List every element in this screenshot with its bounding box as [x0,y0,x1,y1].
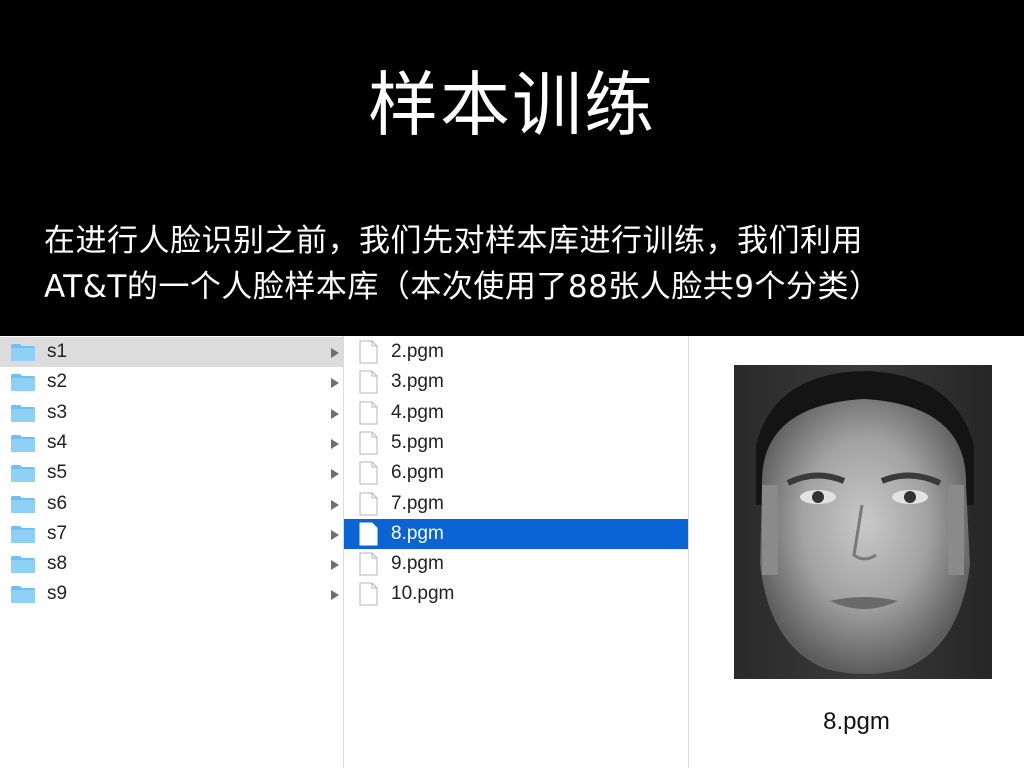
folder-name: s9 [47,583,68,605]
file-row[interactable]: 7.pgm [344,489,688,519]
file-row[interactable]: 3.pgm [344,367,688,397]
disclosure-arrow-icon [331,348,339,358]
folder-name: s6 [47,492,68,514]
file-row[interactable]: 6.pgm [344,458,688,488]
slide-header: 样本训练 在进行人脸识别之前，我们先对样本库进行训练，我们利用 AT&T的一个人… [0,0,1024,336]
folder-row[interactable]: s9 [0,579,343,609]
document-icon [359,492,378,515]
file-row[interactable]: 5.pgm [344,428,688,458]
folder-row[interactable]: s8 [0,549,343,579]
file-name: 7.pgm [391,492,444,514]
finder-column-browser: s1 s2 s3 s4 s5 s6 s7 s8 s9 2.pgm 3.pgm 4.pgm 5.pgm 6… [0,336,1024,768]
folder-row[interactable]: s1 [0,337,343,367]
file-row[interactable]: 10.pgm [344,579,688,609]
folder-icon [11,404,35,422]
disclosure-arrow-icon [331,560,339,571]
disclosure-arrow-icon [331,408,339,419]
folder-row[interactable]: s4 [0,428,343,458]
disclosure-arrow-icon [331,378,339,389]
file-row[interactable]: 9.pgm [344,549,688,579]
folder-icon [11,556,35,574]
folder-row[interactable]: s2 [0,367,343,397]
document-icon [359,522,378,546]
folder-icon [11,465,35,483]
file-name: 4.pgm [391,401,444,423]
face-photo [734,365,992,679]
folder-name: s2 [47,371,68,393]
document-icon [359,582,378,606]
folder-row[interactable]: s7 [0,519,343,549]
document-icon [359,340,378,364]
folder-row[interactable]: s6 [0,489,343,519]
document-icon [359,401,378,425]
disclosure-arrow-icon [331,499,339,510]
file-row[interactable]: 8.pgm [344,518,688,549]
folder-icon [11,434,35,452]
file-row[interactable]: 4.pgm [344,398,688,428]
file-name: 2.pgm [391,341,444,362]
folder-row[interactable]: s3 [0,398,343,428]
folder-icon [11,344,35,361]
file-name: 3.pgm [391,371,444,393]
folder-icon [11,586,35,604]
slide-body-line-2: AT&T的一个人脸样本库（本次使用了88张人脸共9个分类） [44,269,881,305]
folder-name: s5 [47,462,68,484]
folder-name: s3 [47,401,68,423]
disclosure-arrow-icon [331,438,339,449]
disclosure-arrow-icon [331,529,339,540]
preview-filename: 8.pgm [823,708,890,735]
slide-body: 在进行人脸识别之前，我们先对样本库进行训练，我们利用 AT&T的一个人脸样本库（… [44,218,994,310]
file-name: 6.pgm [391,462,444,484]
folder-name: s1 [47,341,68,362]
folder-name: s7 [47,522,68,544]
document-icon [359,431,378,455]
face-preview-image [734,365,992,679]
document-icon [359,370,378,394]
folder-icon [11,525,35,543]
disclosure-arrow-icon [331,469,339,480]
slide-body-line-1: 在进行人脸识别之前，我们先对样本库进行训练，我们利用 [44,223,863,259]
file-name: 9.pgm [391,553,444,575]
file-name: 8.pgm [391,522,444,544]
folder-name: s8 [47,553,68,575]
preview-pane: 8.pgm [689,336,1024,768]
file-name: 5.pgm [391,431,444,453]
folder-icon [11,495,35,513]
disclosure-arrow-icon [331,590,339,601]
file-row[interactable]: 2.pgm [344,337,688,367]
folder-icon [11,374,35,392]
file-column: 2.pgm 3.pgm 4.pgm 5.pgm 6.pgm 7.pgm 8.pgm 9.pgm… [344,336,689,768]
file-name: 10.pgm [391,583,455,605]
slide-title: 样本训练 [368,64,656,146]
folder-name: s4 [47,431,68,453]
folder-row[interactable]: s5 [0,458,343,488]
document-icon [359,552,378,576]
folder-column: s1 s2 s3 s4 s5 s6 s7 s8 s9 [0,336,344,768]
document-icon [359,461,378,485]
